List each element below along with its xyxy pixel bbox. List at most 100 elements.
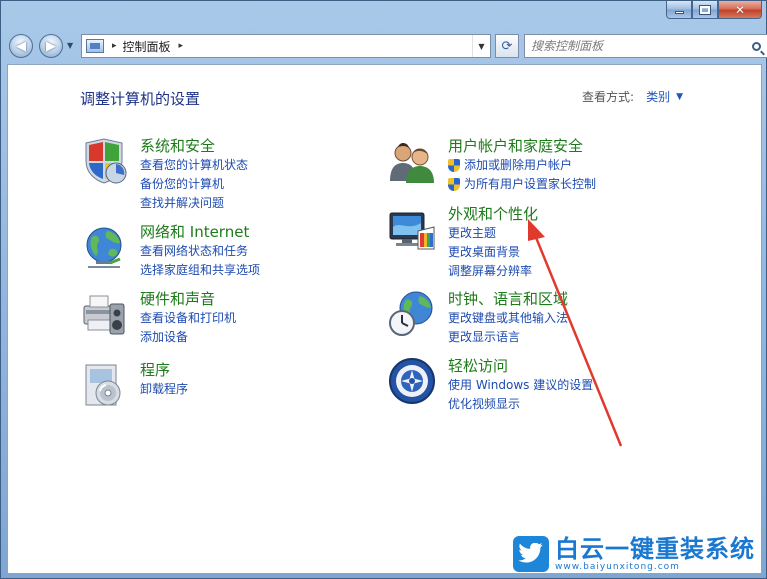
hardware-sound-icon[interactable] — [80, 290, 128, 338]
chevron-down-icon: ▼ — [478, 41, 485, 51]
control-panel-icon — [86, 39, 104, 53]
address-bar[interactable]: ▸ 控制面板 ▸ ▼ — [81, 34, 491, 58]
category-title[interactable]: 程序 — [140, 361, 188, 380]
link-label[interactable]: 查看设备和打印机 — [140, 309, 236, 328]
link-troubleshoot[interactable]: 查找并解决问题 — [140, 194, 248, 213]
twitter-bird-logo-icon — [513, 536, 549, 572]
view-by-dropdown[interactable]: 类别 ▼ — [646, 88, 683, 105]
link-add-remove-accounts[interactable]: 添加或删除用户帐户 — [448, 156, 596, 175]
system-security-icon[interactable] — [80, 137, 128, 185]
category-title[interactable]: 时钟、语言和区域 — [448, 290, 568, 309]
link-parental-controls[interactable]: 为所有用户设置家长控制 — [448, 175, 596, 194]
link-devices-printers[interactable]: 查看设备和打印机 — [140, 309, 236, 328]
link-label[interactable]: 添加设备 — [140, 328, 188, 347]
link-label[interactable]: 使用 Windows 建议的设置 — [448, 376, 593, 395]
link-label[interactable]: 选择家庭组和共享选项 — [140, 261, 260, 280]
minimize-button[interactable] — [666, 1, 692, 19]
network-internet-icon[interactable] — [80, 223, 128, 271]
link-change-input-methods[interactable]: 更改键盘或其他输入法 — [448, 309, 568, 328]
link-recommended-settings[interactable]: 使用 Windows 建议的设置 — [448, 376, 593, 395]
arrow-right-icon: ▶ — [46, 38, 56, 54]
category-title[interactable]: 系统和安全 — [140, 137, 248, 156]
category-body: 网络和 Internet 查看网络状态和任务 选择家庭组和共享选项 — [140, 223, 260, 280]
programs-icon[interactable] — [80, 361, 128, 409]
link-change-theme[interactable]: 更改主题 — [448, 224, 538, 243]
link-change-desktop-background[interactable]: 更改桌面背景 — [448, 243, 538, 262]
link-change-display-language[interactable]: 更改显示语言 — [448, 328, 568, 347]
close-button[interactable]: ✕ — [718, 1, 762, 19]
back-button[interactable]: ◀ — [9, 34, 33, 58]
close-icon: ✕ — [734, 2, 746, 17]
arrow-left-icon: ◀ — [16, 38, 26, 54]
link-check-computer-status[interactable]: 查看您的计算机状态 — [140, 156, 248, 175]
category-title[interactable]: 硬件和声音 — [140, 290, 236, 309]
category-system-security: 系统和安全 查看您的计算机状态 备份您的计算机 查找并解决问题 — [80, 137, 390, 210]
category-network-internet: 网络和 Internet 查看网络状态和任务 选择家庭组和共享选项 — [80, 223, 390, 293]
category-body: 时钟、语言和区域 更改键盘或其他输入法 更改显示语言 — [448, 290, 568, 347]
watermark-text: 白云一键重装系统 www.baiyunxitong.com — [555, 536, 755, 573]
watermark: 白云一键重装系统 www.baiyunxitong.com — [513, 534, 755, 574]
search-icon — [751, 41, 761, 51]
link-label[interactable]: 查看网络状态和任务 — [140, 242, 248, 261]
maximize-icon — [699, 4, 711, 15]
link-label[interactable]: 添加或删除用户帐户 — [464, 156, 572, 175]
link-add-device[interactable]: 添加设备 — [140, 328, 236, 347]
search-button[interactable] — [745, 35, 767, 57]
address-history-dropdown[interactable]: ▼ — [472, 35, 490, 57]
appearance-icon[interactable] — [388, 205, 436, 253]
watermark-url: www.baiyunxitong.com — [555, 561, 680, 572]
link-homegroup-sharing[interactable]: 选择家庭组和共享选项 — [140, 261, 260, 280]
breadcrumb-separator[interactable]: ▸ — [112, 41, 117, 51]
link-optimize-visual-display[interactable]: 优化视频显示 — [448, 395, 593, 414]
category-body: 系统和安全 查看您的计算机状态 备份您的计算机 查找并解决问题 — [140, 137, 248, 213]
link-label[interactable]: 更改主题 — [448, 224, 496, 243]
category-body: 程序 卸载程序 — [140, 361, 188, 399]
bird-icon — [518, 543, 543, 563]
refresh-button[interactable]: ⟳ — [495, 34, 519, 58]
category-clock-language-region: 时钟、语言和区域 更改键盘或其他输入法 更改显示语言 — [388, 290, 698, 360]
link-label[interactable]: 更改显示语言 — [448, 328, 520, 347]
view-by-control: 查看方式: 类别 ▼ — [582, 88, 683, 105]
category-body: 外观和个性化 更改主题 更改桌面背景 调整屏幕分辨率 — [448, 205, 538, 281]
recent-pages-dropdown[interactable]: ▼ — [67, 41, 73, 50]
link-label[interactable]: 查看您的计算机状态 — [140, 156, 248, 175]
uac-shield-icon — [448, 178, 460, 191]
control-panel-window: ✕ ◀ ▶ ▼ ▸ 控制面板 ▸ ▼ ⟳ 调整计算机的设置 查看方式: 类别 ▼ — [0, 0, 767, 579]
breadcrumb-control-panel[interactable]: 控制面板 — [123, 38, 171, 55]
user-accounts-icon[interactable] — [388, 137, 436, 185]
search-box[interactable] — [524, 34, 767, 58]
category-user-accounts: 用户帐户和家庭安全 添加或删除用户帐户 为所有用户设置家长控制 — [388, 137, 698, 207]
breadcrumb-separator[interactable]: ▸ — [179, 41, 184, 51]
view-by-label: 查看方式: — [582, 90, 635, 104]
category-title[interactable]: 外观和个性化 — [448, 205, 538, 224]
link-label[interactable]: 更改桌面背景 — [448, 243, 520, 262]
category-body: 用户帐户和家庭安全 添加或删除用户帐户 为所有用户设置家长控制 — [448, 137, 596, 194]
search-input[interactable] — [531, 36, 745, 56]
uac-shield-icon — [448, 159, 460, 172]
category-title[interactable]: 轻松访问 — [448, 357, 593, 376]
link-backup-computer[interactable]: 备份您的计算机 — [140, 175, 248, 194]
link-label[interactable]: 为所有用户设置家长控制 — [464, 175, 596, 194]
link-network-status[interactable]: 查看网络状态和任务 — [140, 242, 260, 261]
ease-of-access-icon[interactable] — [388, 357, 436, 405]
refresh-icon: ⟳ — [501, 38, 513, 54]
caption-buttons: ✕ — [666, 1, 762, 19]
watermark-title: 白云一键重装系统 — [555, 534, 755, 563]
view-by-value[interactable]: 类别 — [646, 88, 670, 105]
link-adjust-resolution[interactable]: 调整屏幕分辨率 — [448, 262, 538, 281]
link-uninstall-program[interactable]: 卸载程序 — [140, 380, 188, 399]
clock-language-icon[interactable] — [388, 290, 436, 338]
link-label[interactable]: 优化视频显示 — [448, 395, 520, 414]
minimize-icon — [674, 10, 684, 14]
category-title[interactable]: 用户帐户和家庭安全 — [448, 137, 596, 156]
page-title: 调整计算机的设置 — [80, 90, 201, 108]
link-label[interactable]: 查找并解决问题 — [140, 194, 224, 213]
category-hardware-sound: 硬件和声音 查看设备和打印机 添加设备 — [80, 290, 390, 360]
forward-button[interactable]: ▶ — [39, 34, 63, 58]
link-label[interactable]: 备份您的计算机 — [140, 175, 224, 194]
maximize-button[interactable] — [692, 1, 718, 19]
category-title[interactable]: 网络和 Internet — [140, 223, 260, 242]
link-label[interactable]: 更改键盘或其他输入法 — [448, 309, 568, 328]
link-label[interactable]: 卸载程序 — [140, 380, 188, 399]
link-label[interactable]: 调整屏幕分辨率 — [448, 262, 532, 281]
